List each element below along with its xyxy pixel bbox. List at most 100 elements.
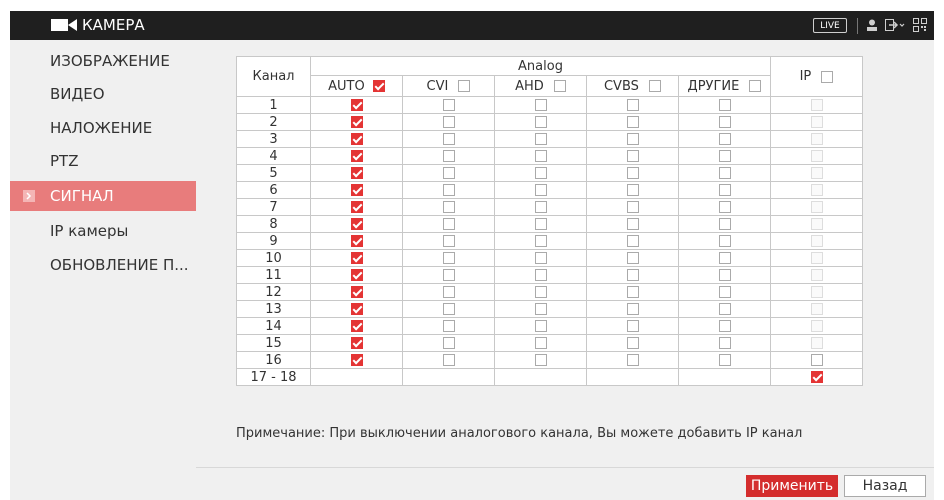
ahd-checkbox[interactable] — [534, 320, 547, 332]
ahd-checkbox[interactable] — [534, 252, 547, 264]
logout-icon[interactable] — [885, 19, 905, 31]
cvbs-checkbox[interactable] — [626, 252, 639, 264]
auto-checkbox[interactable] — [350, 303, 363, 315]
ahd-checkbox[interactable] — [534, 235, 547, 247]
cvbs-checkbox[interactable] — [626, 116, 639, 128]
auto-checkbox[interactable] — [350, 99, 363, 111]
other-checkbox[interactable] — [718, 354, 731, 366]
other-all-checkbox[interactable] — [749, 80, 762, 92]
other-checkbox[interactable] — [718, 269, 731, 281]
sidebar-item-image[interactable]: ИЗОБРАЖЕНИЕ — [10, 46, 196, 76]
cvi-checkbox[interactable] — [442, 150, 455, 162]
ahd-checkbox[interactable] — [534, 303, 547, 315]
qr-code-icon[interactable] — [913, 18, 927, 32]
cvbs-checkbox[interactable] — [626, 201, 639, 213]
cvbs-checkbox[interactable] — [626, 99, 639, 111]
cvi-checkbox[interactable] — [442, 286, 455, 298]
cvbs-checkbox[interactable] — [626, 354, 639, 366]
cvi-checkbox[interactable] — [442, 303, 455, 315]
auto-checkbox[interactable] — [350, 337, 363, 349]
ahd-all-checkbox[interactable] — [553, 80, 566, 92]
other-checkbox[interactable] — [718, 167, 731, 179]
cvbs-checkbox[interactable] — [626, 235, 639, 247]
cvi-checkbox[interactable] — [442, 116, 455, 128]
ip-all-checkbox[interactable] — [821, 70, 834, 83]
sidebar-item-video[interactable]: ВИДЕО — [10, 79, 196, 109]
cvi-checkbox[interactable] — [442, 269, 455, 281]
ahd-checkbox[interactable] — [534, 167, 547, 179]
other-checkbox[interactable] — [718, 150, 731, 162]
other-checkbox[interactable] — [718, 303, 731, 315]
other-checkbox[interactable] — [718, 184, 731, 196]
cvbs-checkbox[interactable] — [626, 184, 639, 196]
apply-button[interactable]: Применить — [746, 475, 838, 497]
auto-checkbox[interactable] — [350, 167, 363, 179]
cvi-checkbox[interactable] — [442, 252, 455, 264]
auto-checkbox[interactable] — [350, 320, 363, 332]
other-checkbox[interactable] — [718, 218, 731, 230]
ip-checkbox[interactable] — [810, 371, 823, 383]
cvi-checkbox[interactable] — [442, 99, 455, 111]
cvi-checkbox[interactable] — [442, 235, 455, 247]
ahd-checkbox[interactable] — [534, 269, 547, 281]
ahd-checkbox[interactable] — [534, 354, 547, 366]
sidebar-item-update[interactable]: ОБНОВЛЕНИЕ П... — [10, 250, 196, 280]
other-checkbox[interactable] — [718, 252, 731, 264]
back-button[interactable]: Назад — [844, 475, 926, 497]
cvi-checkbox[interactable] — [442, 218, 455, 230]
cvbs-checkbox[interactable] — [626, 303, 639, 315]
cvbs-checkbox[interactable] — [626, 150, 639, 162]
live-button[interactable]: LIVE — [813, 18, 847, 33]
cvbs-checkbox[interactable] — [626, 320, 639, 332]
cvbs-checkbox[interactable] — [626, 337, 639, 349]
auto-checkbox[interactable] — [350, 286, 363, 298]
cvi-checkbox[interactable] — [442, 201, 455, 213]
auto-checkbox[interactable] — [350, 184, 363, 196]
other-checkbox[interactable] — [718, 320, 731, 332]
other-checkbox[interactable] — [718, 286, 731, 298]
cvbs-checkbox[interactable] — [626, 167, 639, 179]
ahd-checkbox[interactable] — [534, 150, 547, 162]
auto-checkbox[interactable] — [350, 218, 363, 230]
cvbs-checkbox[interactable] — [626, 269, 639, 281]
auto-checkbox[interactable] — [350, 235, 363, 247]
auto-checkbox[interactable] — [350, 354, 363, 366]
other-checkbox[interactable] — [718, 337, 731, 349]
ahd-checkbox[interactable] — [534, 184, 547, 196]
cvi-checkbox[interactable] — [442, 320, 455, 332]
ahd-checkbox[interactable] — [534, 116, 547, 128]
auto-checkbox[interactable] — [350, 201, 363, 213]
cvbs-all-checkbox[interactable] — [649, 80, 662, 92]
cvi-all-checkbox[interactable] — [458, 80, 471, 92]
cvi-checkbox[interactable] — [442, 337, 455, 349]
ip-checkbox[interactable] — [810, 354, 823, 366]
sidebar-item-overlay[interactable]: НАЛОЖЕНИЕ — [10, 113, 196, 143]
sidebar-item-signal[interactable]: СИГНАЛ — [10, 181, 196, 211]
other-checkbox[interactable] — [718, 99, 731, 111]
other-checkbox[interactable] — [718, 235, 731, 247]
cvbs-checkbox[interactable] — [626, 133, 639, 145]
ahd-checkbox[interactable] — [534, 201, 547, 213]
cvi-checkbox[interactable] — [442, 184, 455, 196]
auto-checkbox[interactable] — [350, 116, 363, 128]
cvbs-checkbox[interactable] — [626, 218, 639, 230]
cvi-checkbox[interactable] — [442, 354, 455, 366]
ahd-checkbox[interactable] — [534, 99, 547, 111]
ahd-checkbox[interactable] — [534, 337, 547, 349]
other-checkbox[interactable] — [718, 201, 731, 213]
user-icon[interactable] — [867, 19, 877, 31]
auto-checkbox[interactable] — [350, 150, 363, 162]
other-checkbox[interactable] — [718, 116, 731, 128]
ahd-checkbox[interactable] — [534, 133, 547, 145]
cvi-checkbox[interactable] — [442, 133, 455, 145]
sidebar-item-ip-cameras[interactable]: IP камеры — [10, 216, 196, 246]
auto-checkbox[interactable] — [350, 269, 363, 281]
auto-checkbox[interactable] — [350, 252, 363, 264]
sidebar-item-ptz[interactable]: PTZ — [10, 146, 196, 176]
cvi-checkbox[interactable] — [442, 167, 455, 179]
auto-all-checkbox[interactable] — [372, 80, 385, 92]
other-checkbox[interactable] — [718, 133, 731, 145]
auto-checkbox[interactable] — [350, 133, 363, 145]
ahd-checkbox[interactable] — [534, 286, 547, 298]
cvbs-checkbox[interactable] — [626, 286, 639, 298]
